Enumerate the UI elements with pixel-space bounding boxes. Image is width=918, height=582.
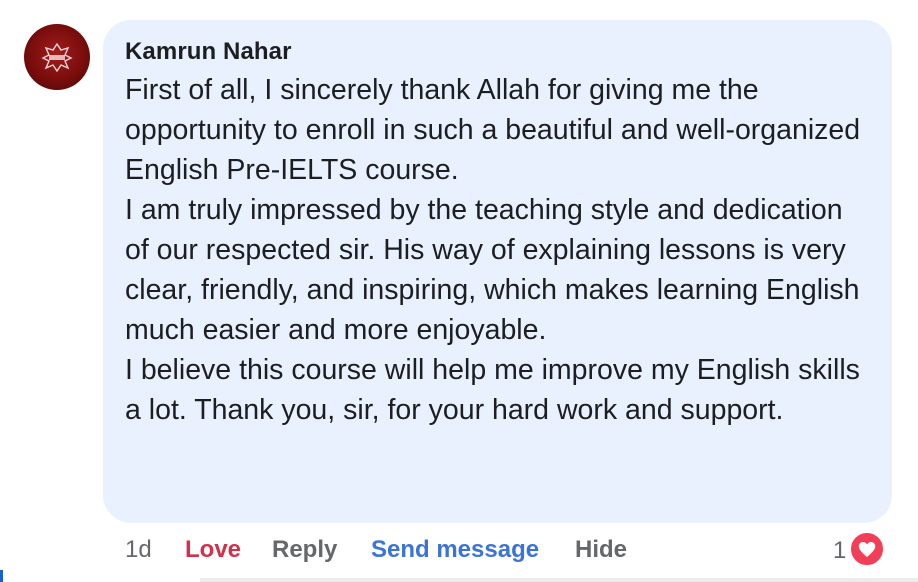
send-message-button[interactable]: Send message xyxy=(371,536,539,564)
comment-text: First of all, I sincerely thank Allah fo… xyxy=(125,70,865,430)
comment-paragraph-2: I am truly impressed by the teaching sty… xyxy=(125,194,860,346)
reaction-count[interactable]: 1 xyxy=(833,537,846,565)
heart-reaction-badge[interactable] xyxy=(849,531,885,567)
comment-author[interactable]: Kamrun Nahar xyxy=(125,38,292,66)
comment-actions: 1d Love Reply Send message Hide xyxy=(0,532,918,568)
comment-paragraph-3: I believe this course will help me impro… xyxy=(125,354,860,426)
comment-screen: Kamrun Nahar First of all, I sincerely t… xyxy=(0,0,918,582)
avatar[interactable] xyxy=(24,24,90,90)
divider xyxy=(200,578,918,582)
comment-paragraph-1: First of all, I sincerely thank Allah fo… xyxy=(125,74,861,186)
hide-button[interactable]: Hide xyxy=(575,536,627,564)
love-button[interactable]: Love xyxy=(185,536,241,564)
heart-icon xyxy=(858,542,876,557)
edge-marker xyxy=(0,570,3,582)
comment-timestamp[interactable]: 1d xyxy=(125,536,152,564)
avatar-crest-icon xyxy=(41,42,73,72)
reply-button[interactable]: Reply xyxy=(272,536,337,564)
